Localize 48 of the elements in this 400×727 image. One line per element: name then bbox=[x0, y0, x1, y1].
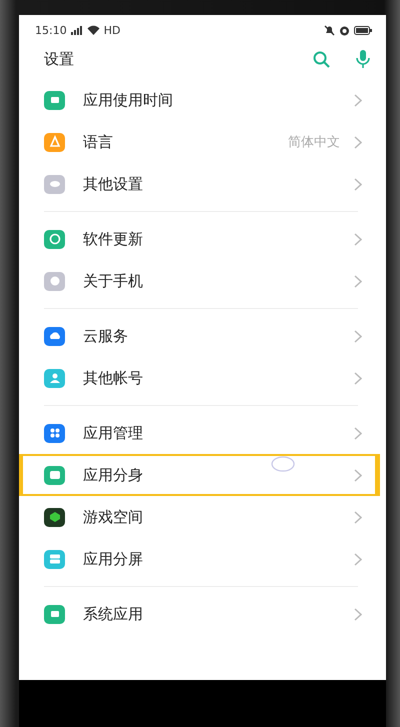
settings-item[interactable]: 语言 简体中文 bbox=[19, 121, 386, 163]
settings-item[interactable]: 应用分屏 bbox=[19, 538, 386, 580]
item-label: 游戏空间 bbox=[83, 508, 144, 526]
item-value: 简体中文 bbox=[288, 134, 340, 151]
item-label: 应用分身 bbox=[83, 466, 144, 484]
settings-item[interactable]: 关于手机 bbox=[19, 260, 386, 302]
chevron-icon bbox=[354, 94, 362, 106]
chevron-icon bbox=[354, 426, 362, 440]
chevron-icon bbox=[354, 552, 362, 566]
chevron-icon bbox=[354, 136, 362, 148]
item-label: 应用分屏 bbox=[83, 550, 144, 568]
status-time: 15:10 bbox=[35, 24, 67, 36]
settings-item[interactable]: 云服务 bbox=[19, 315, 386, 357]
mute-bell-icon bbox=[324, 24, 335, 36]
touch-indicator-icon bbox=[271, 456, 295, 472]
item-label: 语言 bbox=[83, 132, 114, 152]
search-icon[interactable] bbox=[313, 50, 330, 68]
battery-icon bbox=[354, 26, 372, 34]
wifi-icon bbox=[86, 25, 100, 35]
chevron-icon bbox=[354, 510, 362, 524]
item-label: 应用使用时间 bbox=[83, 90, 174, 110]
network-label: HD bbox=[104, 24, 120, 36]
chevron-icon bbox=[354, 232, 362, 246]
item-label: 软件更新 bbox=[83, 230, 144, 248]
settings-item[interactable]: 系统应用 bbox=[19, 593, 386, 635]
microphone-icon[interactable] bbox=[356, 50, 370, 68]
settings-item[interactable]: 应用使用时间 bbox=[19, 79, 386, 121]
item-label: 应用管理 bbox=[83, 424, 144, 442]
chevron-icon bbox=[354, 330, 362, 342]
chevron-icon bbox=[354, 608, 362, 620]
settings-item[interactable]: 其他帐号 bbox=[19, 357, 386, 399]
alarm-icon bbox=[339, 24, 350, 36]
item-label: 其他设置 bbox=[83, 174, 144, 194]
settings-item[interactable]: 应用管理 bbox=[19, 412, 386, 454]
settings-item[interactable]: 其他设置 bbox=[19, 163, 386, 205]
item-label: 系统应用 bbox=[83, 604, 144, 624]
page-title: 设置 bbox=[44, 50, 75, 68]
chevron-icon bbox=[354, 274, 362, 288]
item-label: 其他帐号 bbox=[83, 368, 144, 388]
item-label: 云服务 bbox=[83, 326, 129, 346]
settings-item[interactable]: 应用分身 bbox=[19, 454, 386, 496]
chevron-icon bbox=[354, 372, 362, 384]
item-label: 关于手机 bbox=[83, 272, 144, 290]
signal-icon bbox=[70, 26, 83, 34]
settings-item[interactable]: 软件更新 bbox=[19, 218, 386, 260]
settings-item[interactable]: 游戏空间 bbox=[19, 496, 386, 538]
chevron-icon bbox=[354, 468, 362, 482]
chevron-icon bbox=[354, 178, 362, 190]
